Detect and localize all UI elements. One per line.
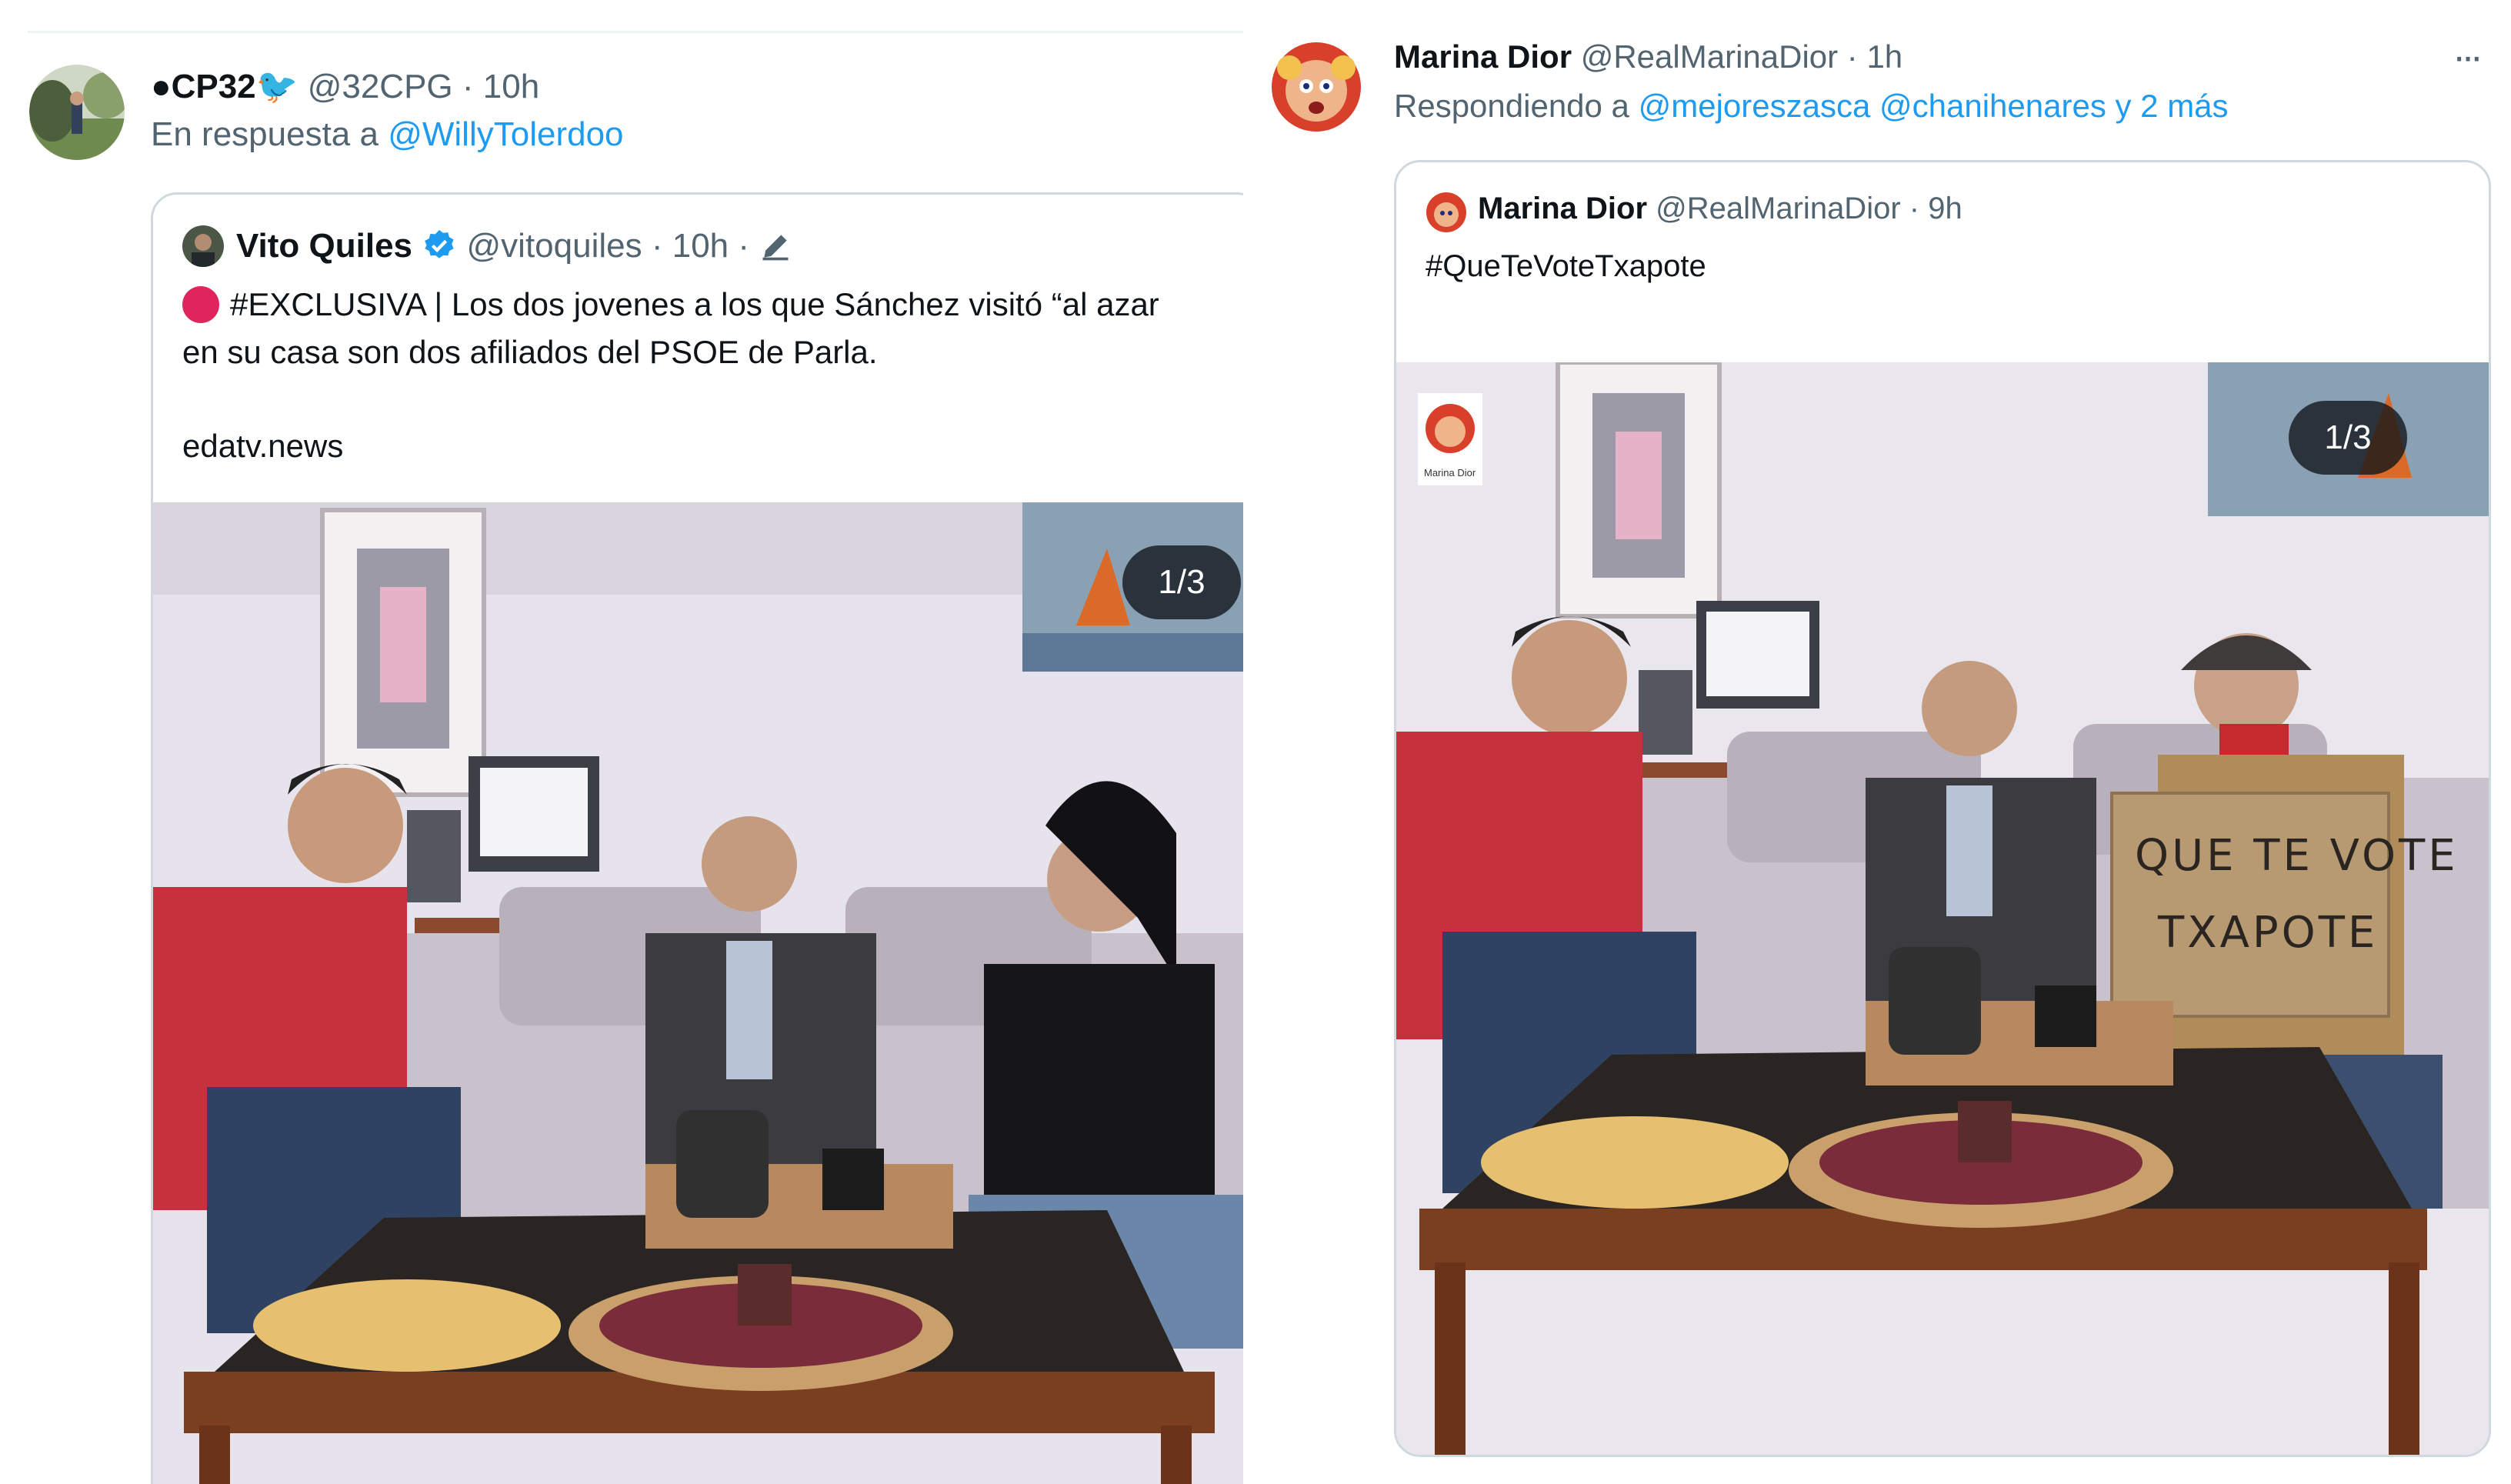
- image-counter[interactable]: 1/3: [1122, 545, 1241, 619]
- quoted-avatar-photo: [182, 225, 224, 267]
- reply-context: En respuesta a @WillyTolerdoo: [151, 115, 624, 154]
- apple-icon: ●: [151, 68, 172, 105]
- edited-living-room-photo: QUE TE VOTE TXAPOTE Marina Dior: [1396, 362, 2489, 1455]
- quoted-handle[interactable]: @vitoquiles: [467, 227, 642, 265]
- tweet-header: Marina Dior @RealMarinaDior · 1h: [1394, 38, 1902, 75]
- quoted-image[interactable]: QUE TE VOTE TXAPOTE Marina Dior 1/3: [1396, 362, 2489, 1455]
- reply-to-link-1[interactable]: @mejoreszasca: [1639, 88, 1871, 124]
- quoted-tweet-card[interactable]: Vito Quiles @vitoquiles · 10h · #EXCLUSI…: [151, 192, 1243, 1484]
- reply-to-link-2[interactable]: @chanihenares: [1879, 88, 2106, 124]
- living-room-photo: [153, 502, 1243, 1484]
- reply-prefix: Respondiendo a: [1394, 88, 1629, 124]
- reply-prefix: En respuesta a: [151, 115, 378, 153]
- placard-line-2: TXAPOTE: [2157, 908, 2378, 958]
- quoted-text-1: #EXCLUSIVA | Los dos jovenes a los que S…: [230, 286, 1159, 322]
- handle[interactable]: @RealMarinaDior: [1581, 38, 1838, 75]
- watermark-name: Marina Dior: [1424, 467, 1476, 479]
- reply-context: Respondiendo a @mejoreszasca @chanihenar…: [1394, 88, 2229, 125]
- tweet-header: ●CP32🐦 @32CPG · 10h: [151, 66, 539, 106]
- quoted-header: Marina Dior @RealMarinaDior · 9h: [1478, 192, 1962, 226]
- quoted-text: #QueTeVoteTxapote: [1426, 249, 1706, 283]
- display-name[interactable]: Marina Dior: [1394, 38, 1572, 75]
- edit-pencil-icon: [759, 227, 792, 265]
- quoted-text-line-2: en su casa son dos afiliados del PSOE de…: [182, 334, 878, 370]
- reply-to-link[interactable]: @WillyTolerdoo: [388, 115, 623, 153]
- left-tweet: ●CP32🐦 @32CPG · 10h En respuesta a @Will…: [0, 0, 1243, 1484]
- image-counter[interactable]: 1/3: [2289, 401, 2407, 475]
- avatar-photo: [29, 65, 125, 160]
- quoted-handle[interactable]: @RealMarinaDior: [1656, 192, 1900, 225]
- more-options-icon[interactable]: ···: [2453, 34, 2483, 80]
- user-avatar[interactable]: [29, 65, 125, 160]
- timestamp[interactable]: · 10h: [462, 68, 539, 105]
- right-tweet: Marina Dior @RealMarinaDior · 1h ··· Res…: [1243, 0, 2511, 1484]
- quoted-text-line-1: #EXCLUSIVA | Los dos jovenes a los que S…: [182, 281, 1159, 328]
- timestamp[interactable]: · 1h: [1847, 38, 1902, 75]
- user-avatar[interactable]: [1266, 37, 1366, 137]
- red-circle-icon: [182, 286, 219, 323]
- quoted-header: Vito Quiles @vitoquiles · 10h ·: [236, 227, 792, 265]
- quoted-display-name[interactable]: Marina Dior: [1478, 192, 1647, 225]
- quoted-timestamp[interactable]: · 9h: [1909, 192, 1962, 225]
- handle[interactable]: @32CPG: [308, 68, 453, 105]
- reply-more-link[interactable]: y 2 más: [2116, 88, 2229, 124]
- divider: [28, 31, 1243, 33]
- placard-line-1: QUE TE VOTE: [2135, 831, 2459, 881]
- quoted-timestamp[interactable]: · 10h ·: [652, 227, 749, 265]
- quoted-tweet-card[interactable]: Marina Dior @RealMarinaDior · 9h #QueTeV…: [1394, 160, 2491, 1457]
- quoted-avatar[interactable]: [1426, 192, 1467, 233]
- quoted-cartoon-avatar: [1426, 192, 1466, 232]
- quoted-image[interactable]: 1/3: [153, 502, 1243, 1484]
- bird-icon: 🐦: [255, 68, 298, 105]
- display-name[interactable]: CP32: [172, 68, 256, 105]
- verified-icon: [422, 227, 466, 265]
- quoted-display-name[interactable]: Vito Quiles: [236, 227, 412, 265]
- quoted-link[interactable]: edatv.news: [182, 422, 343, 470]
- cartoon-avatar: [1266, 37, 1366, 137]
- quoted-avatar[interactable]: [182, 225, 224, 267]
